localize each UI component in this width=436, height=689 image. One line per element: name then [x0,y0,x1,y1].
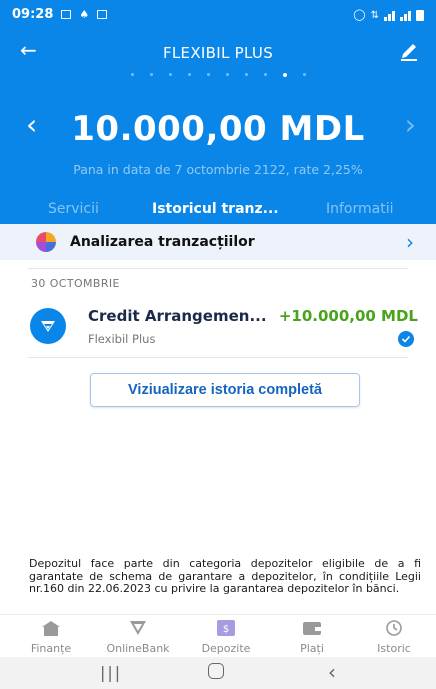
page-dot [302,73,306,76]
nav-plati[interactable]: Plați [273,619,351,655]
nav-label: OnlineBank [106,642,170,655]
nav-label: Finanțe [30,642,72,655]
page-title: FLEXIBIL PLUS [162,44,274,62]
tab-servicii[interactable]: Servicii [48,201,99,217]
tab-istoricul[interactable]: Istoricul tranz... [152,201,279,217]
tab-informatii[interactable]: Informatii [326,201,394,217]
signal-2-icon [400,10,411,21]
transaction-account: Flexibil Plus [88,332,156,346]
history-icon [386,620,402,636]
gallery-notification-icon [61,9,72,19]
chevron-right-icon: › [406,230,414,254]
battery-icon [416,9,424,21]
deposit-terms: Pana in data de 7 octombrie 2122, rate 2… [73,162,363,177]
page-dot [168,73,172,76]
analyze-transactions-row[interactable]: Analizarea tranzacțiilor › [0,224,436,260]
divider [28,357,408,358]
status-notification-icons: ♠ [61,7,108,21]
home-button-icon[interactable] [208,663,224,683]
transaction-row[interactable]: Credit Arrangemen... +10.000,00 MDL Flex… [28,302,418,354]
screenshot-notification-icon [97,9,108,19]
transaction-title: Credit Arrangemen... [88,307,267,325]
page-dot-active [282,73,287,77]
page-dot [263,73,267,76]
balance-row: 10.000,00 MDL [0,106,436,152]
nav-label: Plați [300,642,324,655]
account-header: ← FLEXIBIL PLUS ‹ 10.000,00 MDL › Pana i… [0,28,436,224]
system-navigation-bar: ||| ‹ [0,657,436,689]
status-time: 09:28 [12,6,54,22]
bottom-navigation: Finanțe OnlineBank $ Depozite Plați Isto… [0,614,436,656]
page-dot [225,73,229,76]
home-icon [42,621,60,636]
transaction-logo-icon [30,308,66,344]
date-group-label: 30 OCTOMBRIE [31,277,120,290]
status-bar: 09:28 ♠ ◯ ⇅ [0,0,436,28]
deposit-guarantee-disclaimer: Depozitul face parte din categoria depoz… [29,557,421,595]
alarm-icon: ◯ [353,7,366,21]
page-dot [244,73,248,76]
page-dot [187,73,191,76]
nav-onlinebank[interactable]: OnlineBank [99,619,177,655]
balance-amount: 10.000,00 MDL [71,109,365,149]
signal-icon [384,10,395,21]
onlinebank-logo-icon [130,621,146,635]
back-button-icon[interactable]: ‹ [328,660,336,684]
full-history-button[interactable]: Viziualizare istoria completă [90,373,360,407]
nav-label: Depozite [201,642,251,655]
page-dot [149,73,153,76]
wallet-icon [303,622,321,635]
nav-depozite[interactable]: $ Depozite [187,619,265,655]
check-icon [398,331,414,347]
download-notification-icon: ♠ [79,7,90,21]
svg-text:$: $ [223,624,229,635]
nav-finante[interactable]: Finanțe [12,619,90,655]
pie-chart-icon [36,232,56,252]
divider [28,268,408,269]
recent-apps-icon[interactable]: ||| [100,663,122,682]
page-dot [130,73,134,76]
nav-istoric[interactable]: Istoric [355,619,433,655]
status-system-icons: ◯ ⇅ [353,8,424,21]
analyze-transactions-label: Analizarea tranzacțiilor [70,234,255,250]
page-dot [206,73,210,76]
edit-pencil-icon[interactable] [398,40,420,62]
network-icon: ⇅ [370,9,379,21]
next-account-icon[interactable]: › [405,108,416,141]
transaction-amount: +10.000,00 MDL [278,307,418,325]
deposit-icon: $ [217,620,235,636]
tab-bar: Servicii Istoricul tranz... Informatii [0,194,436,224]
nav-label: Istoric [377,642,411,655]
page-indicator [0,73,436,77]
